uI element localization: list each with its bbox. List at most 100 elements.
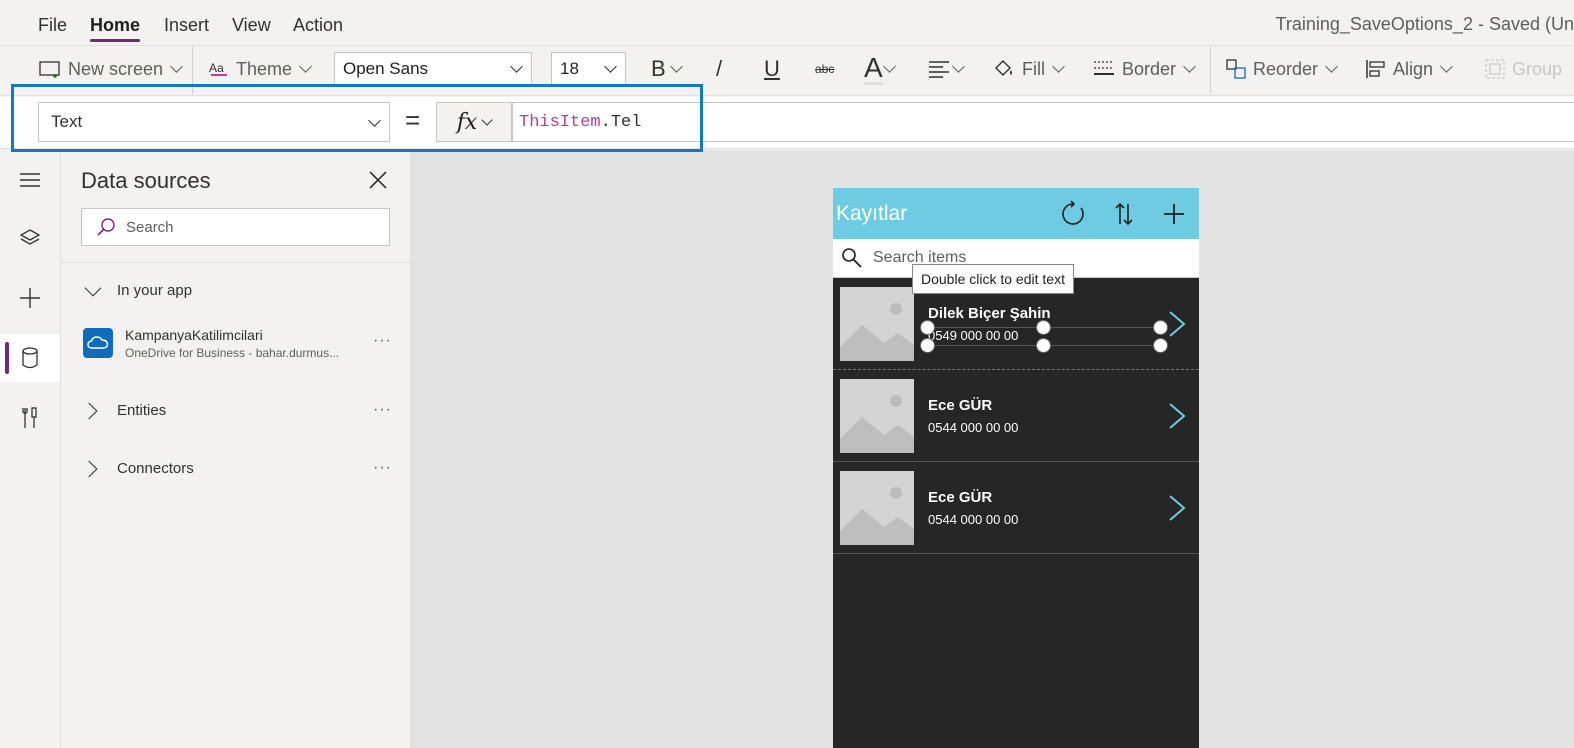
row-name: Ece GÜR	[928, 489, 993, 506]
connectors-section[interactable]: Connectors	[80, 460, 194, 477]
formula-keyword: ThisItem	[519, 112, 601, 132]
sort-icon[interactable]	[1110, 200, 1138, 228]
data-source-item[interactable]: KampanyaKatilimcilari OneDrive for Busin…	[83, 324, 383, 364]
row-tel[interactable]: 0549 000 00 00	[928, 328, 1018, 343]
align-button[interactable]: Align	[1365, 46, 1453, 92]
tools-icon	[22, 407, 37, 428]
bold-icon: B	[651, 56, 666, 81]
font-color-button[interactable]: A	[864, 46, 896, 92]
italic-icon: /	[716, 56, 723, 81]
fill-label: Fill	[1022, 58, 1045, 79]
resize-handle[interactable]	[920, 338, 935, 353]
advanced-tools-button[interactable]	[0, 394, 60, 442]
hamburger-icon	[20, 173, 40, 187]
underline-button[interactable]: U	[764, 46, 780, 92]
bold-button[interactable]: B	[651, 46, 683, 92]
connectors-label: Connectors	[117, 460, 194, 477]
row-tel: 0544 000 00 00	[928, 512, 1019, 527]
theme-button[interactable]: Aa Theme	[208, 46, 312, 92]
chevron-right-icon	[80, 402, 98, 419]
resize-handle[interactable]	[920, 320, 935, 335]
resize-handle[interactable]	[1153, 338, 1168, 353]
new-screen-icon	[39, 61, 60, 78]
data-source-search-input[interactable]: Search	[81, 208, 390, 246]
insert-button[interactable]	[0, 274, 60, 322]
refresh-icon[interactable]	[1059, 200, 1087, 228]
italic-button[interactable]: /	[716, 46, 722, 92]
entities-section[interactable]: Entities	[80, 402, 167, 419]
strikethrough-button[interactable]: abc	[815, 46, 834, 92]
chevron-down-icon	[882, 60, 896, 73]
chevron-down-icon	[1183, 60, 1196, 73]
data-source-name: KampanyaKatilimcilari	[125, 327, 263, 343]
gallery-row[interactable]: Ece GÜR 0544 000 00 00	[833, 462, 1199, 554]
menu-bar: File Home Insert View Action Training_Sa…	[0, 0, 1574, 46]
resize-handle[interactable]	[1036, 320, 1051, 335]
chevron-down-icon	[481, 113, 493, 126]
ribbon-toolbar: New screen Aa Theme Open Sans 18 B / U a…	[0, 46, 1574, 96]
panel-title: Data sources	[81, 168, 211, 193]
chevron-right-icon[interactable]	[1167, 401, 1187, 431]
fill-button[interactable]: Fill	[992, 46, 1065, 92]
app-title: Training_SaveOptions_2 - Saved (Un	[1275, 14, 1574, 34]
row-tel: 0544 000 00 00	[928, 420, 1019, 435]
add-icon[interactable]	[1160, 200, 1188, 228]
menu-file[interactable]: File	[38, 15, 67, 36]
left-rail	[0, 150, 61, 748]
panel-divider	[61, 262, 411, 263]
data-sources-panel: Data sources Search In your app Kampanya…	[61, 150, 411, 748]
onedrive-icon	[83, 328, 113, 358]
in-your-app-section[interactable]: In your app	[81, 279, 193, 299]
menu-action[interactable]: Action	[293, 15, 343, 36]
entities-label: Entities	[117, 402, 167, 419]
gallery-row[interactable]: Ece GÜR 0544 000 00 00	[833, 370, 1199, 462]
chevron-down-icon	[368, 114, 381, 127]
design-canvas[interactable]: Kayıtlar Search items Dilek Biçer Şahin …	[411, 150, 1574, 748]
font-color-icon: A	[864, 51, 883, 85]
chevron-right-icon[interactable]	[1167, 309, 1187, 339]
property-select[interactable]: Text	[38, 102, 390, 142]
edit-text-tooltip: Double click to edit text	[912, 264, 1074, 294]
font-size-select[interactable]: 18	[551, 52, 626, 86]
entities-more-button[interactable]: ···	[373, 401, 392, 419]
svg-text:Aa: Aa	[209, 61, 224, 75]
search-icon	[97, 218, 115, 236]
border-button[interactable]: Border	[1092, 46, 1196, 92]
layers-icon	[19, 229, 41, 245]
text-align-button[interactable]	[928, 46, 965, 92]
tree-view-button[interactable]	[0, 214, 60, 262]
chevron-down-icon	[669, 60, 683, 73]
menu-insert[interactable]: Insert	[164, 15, 209, 36]
ribbon-separator	[1210, 46, 1211, 94]
hamburger-menu-button[interactable]	[0, 156, 60, 204]
new-screen-button[interactable]: New screen	[38, 46, 183, 92]
menu-home[interactable]: Home	[90, 15, 141, 42]
data-sources-button[interactable]	[0, 334, 60, 382]
data-source-more-button[interactable]: ···	[373, 332, 392, 350]
reorder-button[interactable]: Reorder	[1225, 46, 1338, 92]
formula-field: .Tel	[600, 112, 642, 132]
reorder-label: Reorder	[1253, 58, 1319, 79]
formula-input[interactable]: ThisItem .Tel	[512, 102, 1574, 142]
app-header: Kayıtlar	[833, 188, 1199, 239]
connectors-more-button[interactable]: ···	[373, 459, 392, 477]
new-screen-label: New screen	[68, 58, 164, 79]
resize-handle[interactable]	[1036, 338, 1051, 353]
align-icon	[1366, 60, 1385, 78]
close-icon[interactable]	[366, 168, 390, 192]
font-family-select[interactable]: Open Sans	[334, 52, 532, 86]
database-icon	[22, 347, 38, 369]
theme-icon: Aa	[209, 61, 227, 76]
chevron-right-icon[interactable]	[1167, 493, 1187, 523]
fx-button[interactable]: fx	[436, 102, 512, 142]
plus-icon	[20, 288, 40, 308]
in-your-app-label: In your app	[117, 282, 193, 299]
equals-sign: =	[405, 105, 421, 135]
chevron-down-icon	[510, 60, 523, 73]
menu-view[interactable]: View	[232, 15, 271, 36]
app-header-title[interactable]: Kayıtlar	[836, 202, 907, 226]
group-button[interactable]: Group	[1484, 46, 1562, 92]
ribbon-separator	[192, 46, 193, 94]
resize-handle[interactable]	[1153, 320, 1168, 335]
text-align-icon	[929, 61, 949, 78]
